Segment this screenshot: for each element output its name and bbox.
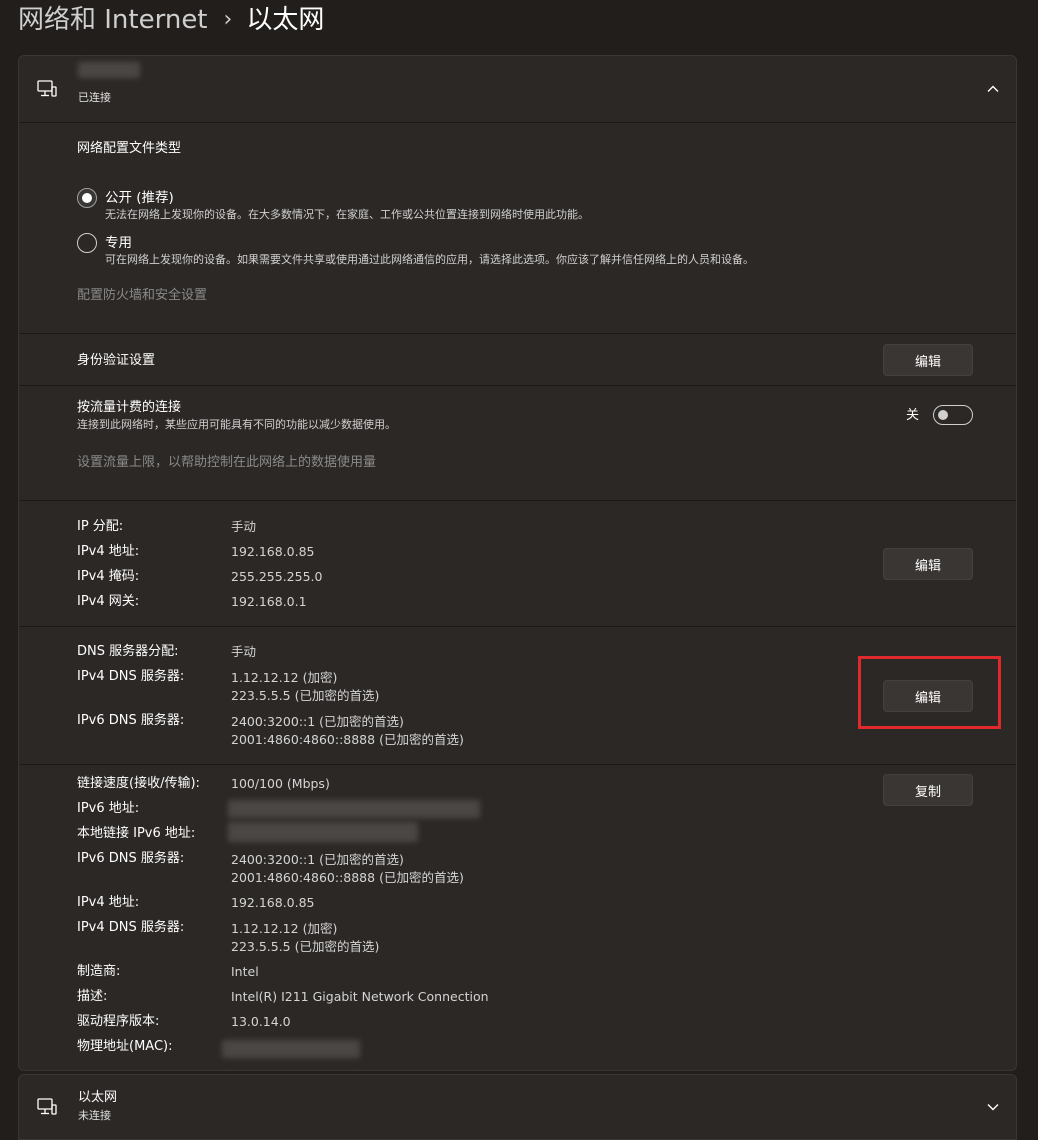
chevron-up-icon[interactable]: [986, 82, 1000, 96]
driver-version-value: 13.0.14.0: [231, 1014, 291, 1029]
adapter2-name: 以太网: [78, 1090, 118, 1105]
adapter2-status: 未连接: [78, 1109, 111, 1122]
radio-public-description: 无法在网络上发现你的设备。在大多数情况下，在家庭、工作或公共位置连接到网络时使用…: [105, 208, 589, 221]
prop-ipv6-dns-value-2: 2001:4860:4860::8888 (已加密的首选): [231, 870, 464, 885]
profile-type-title: 网络配置文件类型: [77, 141, 182, 156]
divider: [19, 333, 1016, 334]
dns-assignment-value: 手动: [231, 644, 257, 659]
manufacturer-value: Intel: [231, 964, 259, 979]
mac-address-key: 物理地址(MAC):: [77, 1039, 173, 1054]
prop-ipv6-dns-key: IPv6 DNS 服务器:: [77, 851, 185, 866]
link-local-ipv6-key: 本地链接 IPv6 地址:: [77, 826, 196, 841]
prop-ipv4-address-value: 192.168.0.85: [231, 895, 315, 910]
ipv4-mask-key: IPv4 掩码:: [77, 569, 140, 584]
ipv4-address-value: 192.168.0.85: [231, 544, 315, 559]
prop-ipv4-dns-key: IPv4 DNS 服务器:: [77, 920, 185, 935]
divider: [19, 500, 1016, 501]
prop-ipv4-address-key: IPv4 地址:: [77, 895, 140, 910]
ip-assignment-value: 手动: [231, 519, 257, 534]
ipv4-dns-key: IPv4 DNS 服务器:: [77, 669, 185, 684]
ipv6-dns-key: IPv6 DNS 服务器:: [77, 713, 185, 728]
breadcrumb-separator-icon: ›: [223, 7, 233, 32]
adapter2-card[interactable]: [18, 1074, 1017, 1140]
computer-network-icon: [36, 1096, 58, 1118]
metered-connection-label: 按流量计费的连接: [77, 400, 182, 415]
ip-edit-button[interactable]: 编辑: [883, 548, 973, 580]
breadcrumb: 网络和 Internet › 以太网: [18, 0, 324, 40]
divider: [19, 764, 1016, 765]
page-title: 以太网: [246, 5, 325, 35]
link-speed-key: 链接速度(接收/传输):: [77, 776, 200, 791]
metered-connection-description: 连接到此网络时，某些应用可能具有不同的功能以减少数据使用。: [77, 418, 396, 431]
auth-settings-label: 身份验证设置: [77, 353, 156, 368]
ipv4-dns-value-1: 1.12.12.12 (加密): [231, 670, 338, 685]
prop-ipv4-dns-value-2: 223.5.5.5 (已加密的首选): [231, 939, 380, 954]
divider: [19, 626, 1016, 627]
adapter-header[interactable]: [19, 56, 1016, 122]
link-speed-value: 100/100 (Mbps): [231, 776, 330, 791]
ip-assignment-key: IP 分配:: [77, 519, 124, 534]
description-key: 描述:: [77, 989, 108, 1004]
ipv4-address-key: IPv4 地址:: [77, 544, 140, 559]
prop-ipv4-dns-value-1: 1.12.12.12 (加密): [231, 921, 338, 936]
radio-private[interactable]: [77, 233, 97, 253]
firewall-settings-link[interactable]: 配置防火墙和安全设置: [77, 287, 207, 305]
chevron-down-icon[interactable]: [986, 1100, 1000, 1114]
copy-properties-button[interactable]: 复制: [883, 774, 973, 806]
radio-private-description: 可在网络上发现你的设备。如果需要文件共享或使用通过此网络通信的应用，请选择此选项…: [105, 253, 754, 266]
ipv4-gateway-key: IPv4 网关:: [77, 594, 140, 609]
ipv6-dns-value-2: 2001:4860:4860::8888 (已加密的首选): [231, 732, 464, 747]
divider: [19, 385, 1016, 386]
prop-ipv6-dns-value-1: 2400:3200::1 (已加密的首选): [231, 852, 404, 867]
radio-public-label[interactable]: 公开 (推荐): [105, 189, 174, 207]
description-value: Intel(R) I211 Gigabit Network Connection: [231, 989, 489, 1004]
auth-edit-button[interactable]: 编辑: [883, 344, 973, 376]
mac-address-redacted: [222, 1040, 360, 1058]
ipv6-address-key: IPv6 地址:: [77, 801, 140, 816]
radio-private-label[interactable]: 专用: [105, 234, 132, 252]
driver-version-key: 驱动程序版本:: [77, 1014, 160, 1029]
computer-network-icon: [36, 78, 58, 100]
radio-public[interactable]: [77, 188, 97, 208]
divider: [19, 122, 1016, 123]
metered-toggle-state: 关: [906, 408, 920, 423]
toggle-knob: [938, 410, 948, 420]
breadcrumb-parent[interactable]: 网络和 Internet: [18, 3, 208, 37]
metered-toggle[interactable]: [933, 405, 973, 425]
ipv4-dns-value-2: 223.5.5.5 (已加密的首选): [231, 688, 380, 703]
adapter-status: 已连接: [78, 91, 111, 104]
ipv4-gateway-value: 192.168.0.1: [231, 594, 307, 609]
ipv6-address-redacted: [228, 800, 480, 818]
manufacturer-key: 制造商:: [77, 964, 121, 979]
dns-assignment-key: DNS 服务器分配:: [77, 644, 179, 659]
ipv4-mask-value: 255.255.255.0: [231, 569, 323, 584]
link-local-ipv6-redacted: [228, 822, 418, 842]
annotation-highlight-box: [858, 656, 1001, 729]
adapter-name-redacted: [78, 62, 140, 78]
ipv6-dns-value-1: 2400:3200::1 (已加密的首选): [231, 714, 404, 729]
data-limit-link[interactable]: 设置流量上限，以帮助控制在此网络上的数据使用量: [77, 454, 376, 472]
